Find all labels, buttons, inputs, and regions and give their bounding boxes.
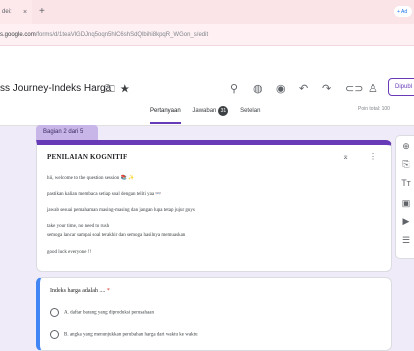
option-item[interactable]: B. angka yang menunjukkan perubahan harg… xyxy=(50,330,197,339)
title-icons: 🗀★ xyxy=(105,82,135,99)
undo-icon[interactable]: ↶ xyxy=(299,82,322,95)
publish-button[interactable]: Dipubl xyxy=(388,78,414,96)
section-header-card[interactable]: PENILAIAN KOGNITIF ⌅ ⋮ hii, welcome to th… xyxy=(36,140,392,272)
question-text: Indeks harga adalah .... xyxy=(50,288,107,294)
add-button[interactable]: + Ad xyxy=(394,6,412,17)
document-title[interactable]: ss Journey-Indeks Harga xyxy=(0,83,111,94)
redo-icon[interactable]: ↷ xyxy=(322,82,345,95)
url-text[interactable]: s.google.com/forms/d/1teaVlGDJnq5oqn5hlC… xyxy=(0,32,208,38)
option-label: B. angka yang menunjukkan perubahan harg… xyxy=(64,332,198,338)
star-icon[interactable]: ★ xyxy=(120,84,135,95)
url-path: /forms/d/1teaVlGDJnq5oqn5hlC6shSdQlbihi8… xyxy=(35,32,209,38)
description-line: semoga lancar sampai soal terakhir dan s… xyxy=(47,233,186,238)
option-label: A. daftar barang yang diproduksi perusah… xyxy=(64,310,154,316)
tab-responses-label: Jawaban xyxy=(192,108,217,114)
responses-count-badge: 31 xyxy=(218,106,229,116)
tab-questions[interactable]: Pertanyaan xyxy=(150,108,181,124)
add-video-icon[interactable]: ▶ xyxy=(400,216,412,228)
description-line: hii, welcome to the question session 📚 ✨ xyxy=(47,176,135,181)
radio-icon xyxy=(50,330,59,339)
tab-responses[interactable]: Jawaban 31 xyxy=(192,106,229,116)
section-controls: ⌅ ⋮ xyxy=(322,152,377,161)
address-bar[interactable]: s.google.com/forms/d/1teaVlGDJnq5oqn5hlC… xyxy=(0,24,414,46)
total-points: Poin total: 100 xyxy=(358,106,390,112)
browser-tab[interactable]: dei: × xyxy=(0,0,32,24)
customize-theme-icon[interactable]: ⚲ xyxy=(230,82,253,95)
browser-tab-bar: dei: × + + Ad xyxy=(0,0,414,24)
palette-icon[interactable]: ◍ xyxy=(253,82,276,95)
preview-eye-icon[interactable]: ◉ xyxy=(276,82,299,95)
section-label: Bagian 2 dari 5 xyxy=(36,125,98,140)
add-title-icon[interactable]: Tт xyxy=(400,178,412,190)
collapse-icon[interactable]: ⌅ xyxy=(342,152,349,161)
close-icon[interactable]: × xyxy=(23,9,27,16)
form-tabs: Pertanyaan Jawaban 31 Setelan xyxy=(150,106,270,124)
add-question-icon[interactable]: ⊕ xyxy=(400,141,412,153)
floating-toolbar: ⊕ ⎘ Tт ▣ ▶ ☰ xyxy=(395,135,414,259)
import-question-icon[interactable]: ⎘ xyxy=(400,159,412,171)
required-mark: * xyxy=(106,288,110,294)
link-icon[interactable]: ⊂⊃ xyxy=(345,82,368,95)
option-item[interactable]: A. daftar barang yang diproduksi perusah… xyxy=(50,308,154,317)
tab-settings[interactable]: Setelan xyxy=(240,108,260,114)
description-line: jawab sesuai pemahaman masing-masing dan… xyxy=(47,208,195,213)
description-line: pastikan kalian membaca setiap soal deng… xyxy=(47,192,162,197)
question-card[interactable]: Indeks harga adalah .... * A. daftar bar… xyxy=(36,277,392,351)
toolbar: ⚲ ◍ ◉ ↶ ↷ ⊂⊃ ♙ xyxy=(230,82,391,95)
more-options-icon[interactable]: ⋮ xyxy=(369,152,377,161)
folder-icon[interactable]: 🗀 xyxy=(105,84,120,95)
url-host: s.google.com xyxy=(0,32,36,38)
section-title[interactable]: PENILAIAN KOGNITIF xyxy=(47,153,127,161)
description-line: good luck everyone !! xyxy=(47,250,92,255)
browser-tab-title: dei: xyxy=(2,9,12,15)
forms-header: ss Journey-Indeks Harga 🗀★ ⚲ ◍ ◉ ↶ ↷ ⊂⊃ ♙ Dipu… xyxy=(0,46,414,126)
question-title[interactable]: Indeks harga adalah .... * xyxy=(50,288,110,294)
description-line: take your time, no need to rush xyxy=(47,224,110,229)
add-section-icon[interactable]: ☰ xyxy=(400,235,412,247)
new-tab-icon[interactable]: + xyxy=(39,6,45,17)
add-image-icon[interactable]: ▣ xyxy=(400,198,412,210)
radio-icon xyxy=(50,308,59,317)
